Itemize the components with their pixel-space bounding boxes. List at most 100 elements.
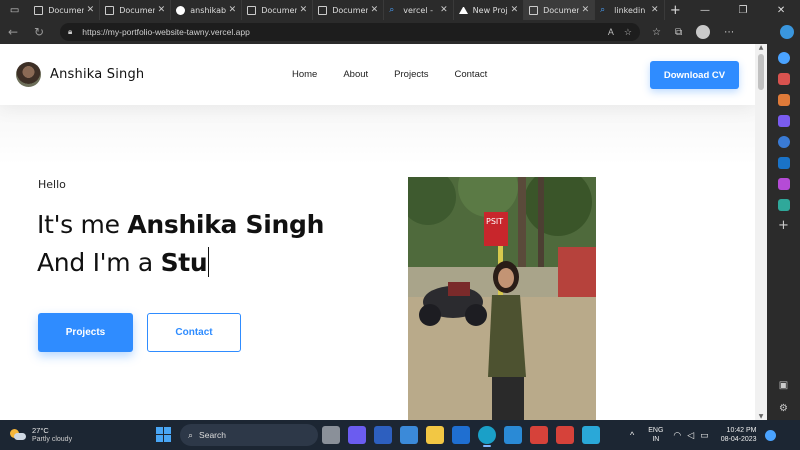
games-icon[interactable] <box>777 115 790 127</box>
anydesk-2-icon[interactable] <box>556 426 574 444</box>
volume-icon[interactable]: ◁ <box>687 430 694 441</box>
designer-icon[interactable] <box>777 178 790 190</box>
close-icon[interactable]: ✕ <box>229 5 237 15</box>
maximize-icon[interactable]: ❐ <box>724 5 762 16</box>
windows-start-icon[interactable] <box>156 427 171 442</box>
settings-icon[interactable]: ⚙ <box>779 403 788 414</box>
taskbar-search[interactable]: ⌕ Search <box>180 424 318 446</box>
anydesk-icon[interactable] <box>530 426 548 444</box>
tools-icon[interactable] <box>777 94 790 106</box>
add-icon[interactable]: + <box>778 219 789 232</box>
vscode-icon[interactable] <box>504 426 522 444</box>
close-icon[interactable]: ✕ <box>582 5 590 15</box>
page-scrollbar[interactable]: ▲ ▼ <box>755 44 767 420</box>
site-header: Anshika Singh Home About Projects Contac… <box>0 44 755 105</box>
partly-cloudy-icon <box>10 429 26 441</box>
search-icon[interactable] <box>777 52 790 64</box>
browser-tab[interactable]: New Proj ✕ <box>454 0 525 20</box>
battery-icon[interactable]: ▭ <box>700 430 709 441</box>
close-icon[interactable]: ✕ <box>371 5 379 15</box>
url-field[interactable]: 🔒︎ https://my-portfolio-website-tawny.ve… <box>60 23 640 41</box>
language-indicator[interactable]: ENG IN <box>648 426 663 444</box>
teams-chat-icon[interactable] <box>348 426 366 444</box>
browser-tab[interactable]: Documen ✕ <box>313 0 385 20</box>
outlook-icon[interactable] <box>777 157 790 169</box>
close-icon[interactable]: ✕ <box>158 5 166 15</box>
url-text: https://my-portfolio-website-tawny.verce… <box>82 27 250 37</box>
close-icon[interactable]: ✕ <box>300 5 308 15</box>
close-icon[interactable]: ✕ <box>87 5 95 15</box>
scrollbar-thumb[interactable] <box>758 54 764 90</box>
weather-widget[interactable]: 27°C Partly cloudy <box>10 426 72 444</box>
pulse-app-icon[interactable] <box>400 426 418 444</box>
role-prefix: And I'm a <box>37 248 161 277</box>
document-icon <box>318 5 328 15</box>
drop-icon[interactable] <box>777 199 790 211</box>
task-view-icon[interactable] <box>322 426 340 444</box>
browser-tab-active[interactable]: Documen ✕ <box>524 0 596 20</box>
refresh-icon[interactable]: ↻ <box>26 25 52 39</box>
wifi-icon[interactable]: ◠ <box>673 430 681 441</box>
close-icon[interactable]: ✕ <box>511 5 519 15</box>
nav-contact[interactable]: Contact <box>455 69 488 80</box>
bing-chat-button[interactable] <box>774 20 800 44</box>
favorite-star-icon[interactable]: ☆ <box>624 27 632 38</box>
bing-icon <box>780 25 794 39</box>
tab-title: Documen <box>48 5 84 15</box>
file-explorer-icon[interactable] <box>426 426 444 444</box>
zoom-icon[interactable] <box>374 426 392 444</box>
edge-icon[interactable] <box>478 426 496 447</box>
close-icon[interactable]: ✕ <box>440 5 448 15</box>
document-icon <box>105 5 115 15</box>
tab-title: Documen <box>332 5 368 15</box>
browser-tab[interactable]: anshikab ✕ <box>171 0 243 20</box>
tab-actions-icon[interactable]: ▭ <box>0 0 29 20</box>
read-aloud-icon[interactable]: A <box>608 27 614 38</box>
minimize-icon[interactable]: — <box>686 5 724 16</box>
profile-photo-image: PSIT <box>408 177 596 420</box>
mail-icon[interactable] <box>452 426 470 444</box>
contact-button[interactable]: Contact <box>147 313 241 352</box>
system-tray: ^ ENG IN ◠ ◁ ▭ 10:42 PM 08-04-2023 <box>630 420 776 450</box>
scroll-down-icon[interactable]: ▼ <box>755 413 767 420</box>
brand[interactable]: Anshika Singh <box>16 62 144 87</box>
microsoft365-icon[interactable] <box>777 136 790 148</box>
date: 08-04-2023 <box>720 436 757 443</box>
notification-icon[interactable] <box>764 429 776 441</box>
new-tab-button[interactable]: + <box>665 3 686 18</box>
tab-title: vercel - <box>403 5 433 15</box>
split-screen-icon[interactable]: ▣ <box>779 380 788 391</box>
more-menu-icon[interactable]: ⋯ <box>724 27 734 38</box>
app-icon[interactable] <box>582 426 600 444</box>
close-icon[interactable]: ✕ <box>651 5 659 15</box>
browser-tab[interactable]: Documen ✕ <box>242 0 314 20</box>
browser-tab[interactable]: ⌕ vercel - ✕ <box>384 0 454 20</box>
collections-icon[interactable]: ⧉ <box>675 27 682 38</box>
browser-tab[interactable]: Documen ✕ <box>100 0 172 20</box>
page-viewport: Anshika Singh Home About Projects Contac… <box>0 44 755 420</box>
projects-button[interactable]: Projects <box>38 313 133 352</box>
close-window-icon[interactable]: ✕ <box>762 5 800 16</box>
browser-tab[interactable]: Documen ✕ <box>29 0 101 20</box>
tab-title: New Proj <box>472 5 508 15</box>
hero-role: And I'm a Stu <box>37 247 210 277</box>
shopping-icon[interactable] <box>777 73 790 85</box>
document-icon <box>34 5 44 15</box>
clock[interactable]: 10:42 PM 08-04-2023 <box>721 426 757 444</box>
back-icon[interactable]: ← <box>0 25 26 39</box>
nav-about[interactable]: About <box>343 69 368 80</box>
scroll-up-icon[interactable]: ▲ <box>755 44 767 51</box>
document-icon <box>529 5 539 15</box>
favorites-icon[interactable]: ☆ <box>652 27 661 38</box>
nav-home[interactable]: Home <box>292 69 317 80</box>
download-cv-button[interactable]: Download CV <box>650 61 739 89</box>
search-icon: ⌕ <box>600 4 606 15</box>
browser-tab[interactable]: ⌕ linkedin ✕ <box>595 0 665 20</box>
profile-avatar[interactable] <box>696 25 711 39</box>
hero-greeting: Hello <box>38 178 66 191</box>
chevron-up-icon[interactable]: ^ <box>630 430 634 440</box>
window-controls: — ❐ ✕ <box>686 5 800 16</box>
nav-projects[interactable]: Projects <box>394 69 428 80</box>
lock-icon: 🔒︎ <box>68 27 73 36</box>
brand-name: Anshika Singh <box>50 67 145 82</box>
